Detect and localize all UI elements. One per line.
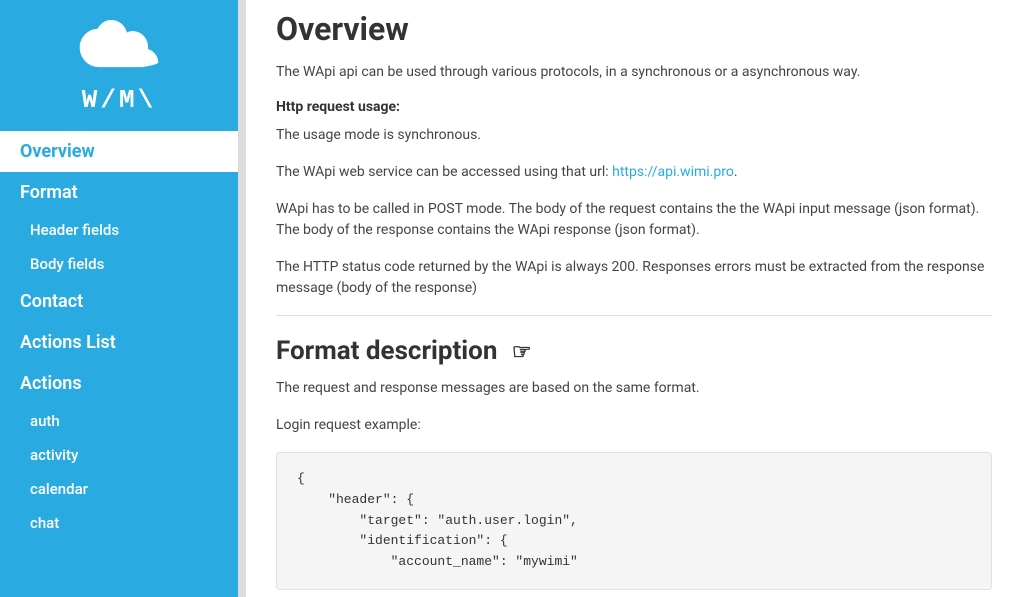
sidebar-link-overview[interactable]: Overview bbox=[0, 131, 238, 172]
sidebar-link-contact[interactable]: Contact bbox=[0, 281, 238, 322]
sidebar-item-actions-list[interactable]: Actions List bbox=[0, 322, 238, 363]
sidebar-item-auth[interactable]: auth bbox=[0, 404, 238, 438]
sidebar-link-calendar[interactable]: calendar bbox=[0, 472, 238, 506]
sidebar: W/M\ Overview Format Header fields Body … bbox=[0, 0, 238, 597]
nav-list: Overview Format Header fields Body field… bbox=[0, 131, 238, 540]
sidebar-item-chat[interactable]: chat bbox=[0, 506, 238, 540]
sidebar-link-activity[interactable]: activity bbox=[0, 438, 238, 472]
wapi-http-text: The HTTP status code returned by the WAp… bbox=[276, 257, 992, 299]
sidebar-link-header-fields[interactable]: Header fields bbox=[0, 213, 238, 247]
sidebar-item-calendar[interactable]: calendar bbox=[0, 472, 238, 506]
sidebar-item-body-fields[interactable]: Body fields bbox=[0, 247, 238, 281]
sidebar-link-actions-list[interactable]: Actions List bbox=[0, 322, 238, 363]
cloud-logo-icon bbox=[79, 20, 159, 79]
sidebar-item-activity[interactable]: activity bbox=[0, 438, 238, 472]
sidebar-link-chat[interactable]: chat bbox=[0, 506, 238, 540]
sidebar-item-overview[interactable]: Overview bbox=[0, 131, 238, 172]
login-label: Login request example: bbox=[276, 415, 992, 436]
page-title: Overview bbox=[276, 10, 992, 48]
sidebar-link-body-fields[interactable]: Body fields bbox=[0, 247, 238, 281]
main-content: Overview The WApi api can be used throug… bbox=[246, 0, 1032, 597]
logo-area: W/M\ bbox=[79, 0, 159, 131]
sidebar-link-actions[interactable]: Actions bbox=[0, 363, 238, 404]
wapi-url-pre: The WApi web service can be accessed usi… bbox=[276, 164, 612, 180]
wimi-logo-text: W/M\ bbox=[82, 85, 156, 115]
http-request-label: Http request usage: bbox=[276, 99, 992, 115]
wapi-url-link[interactable]: https://api.wimi.pro bbox=[612, 164, 734, 180]
http-sync-text: The usage mode is synchronous. bbox=[276, 125, 992, 146]
wapi-url-post: . bbox=[734, 164, 738, 180]
sidebar-item-header-fields[interactable]: Header fields bbox=[0, 213, 238, 247]
sidebar-item-contact[interactable]: Contact bbox=[0, 281, 238, 322]
wapi-post-text: WApi has to be called in POST mode. The … bbox=[276, 199, 992, 241]
section-divider bbox=[276, 315, 992, 316]
sidebar-link-auth[interactable]: auth bbox=[0, 404, 238, 438]
sidebar-divider bbox=[238, 0, 246, 597]
pointer-cursor-icon: ☞ bbox=[512, 340, 532, 365]
sidebar-item-format[interactable]: Format bbox=[0, 172, 238, 213]
format-intro: The request and response messages are ba… bbox=[276, 378, 992, 399]
sidebar-item-actions[interactable]: Actions bbox=[0, 363, 238, 404]
sidebar-link-format[interactable]: Format bbox=[0, 172, 238, 213]
wapi-url-text: The WApi web service can be accessed usi… bbox=[276, 162, 992, 183]
overview-intro: The WApi api can be used through various… bbox=[276, 62, 992, 83]
code-example: { "header": { "target": "auth.user.login… bbox=[276, 452, 992, 590]
format-title: Format description ☞ bbox=[276, 336, 992, 366]
